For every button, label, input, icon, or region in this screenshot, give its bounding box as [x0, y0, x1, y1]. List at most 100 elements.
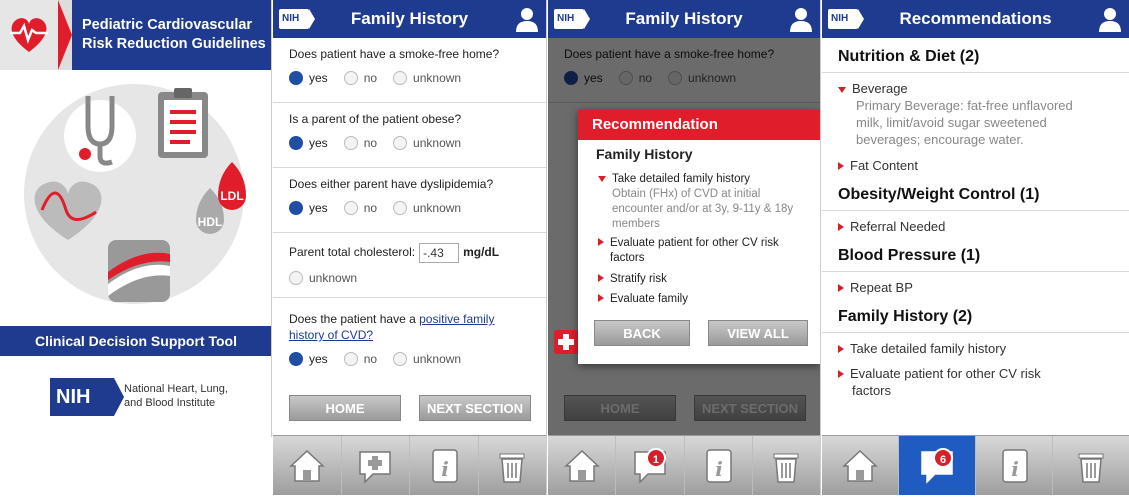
- splash-screen: Pediatric Cardiovascular Risk Reduction …: [0, 0, 272, 437]
- detail-line: Primary Beverage: fat-free unflavored: [856, 98, 1073, 113]
- user-icon[interactable]: [514, 6, 540, 32]
- modal-title: Recommendation: [578, 110, 820, 140]
- recommendation-item[interactable]: Take detailed family history Obtain (FHx…: [598, 172, 793, 232]
- rec-family-history[interactable]: Take detailed family history: [838, 340, 1006, 357]
- rec-repeat-bp[interactable]: Repeat BP: [838, 279, 913, 296]
- radio-unknown[interactable]: unknown: [393, 352, 461, 366]
- splash-illustration: HDL LDL: [0, 70, 271, 326]
- radio-no[interactable]: no: [343, 352, 377, 366]
- unit-label: mg/dL: [463, 245, 500, 260]
- radio-group: unknown: [289, 271, 373, 285]
- collapse-arrow-icon: [838, 86, 846, 93]
- user-icon[interactable]: [788, 6, 814, 32]
- tab-bar: 1 i: [548, 435, 820, 495]
- modal-subtitle: Family History: [596, 146, 693, 162]
- ldl-label: LDL: [220, 189, 243, 203]
- radio-yes[interactable]: yes: [289, 71, 328, 85]
- institute-line-2: and Blood Institute: [124, 397, 216, 409]
- recommendation-item[interactable]: Evaluate patient for other CV risk facto…: [598, 236, 779, 266]
- notification-badge: 1: [645, 448, 666, 468]
- home-button[interactable]: HOME: [289, 395, 401, 421]
- question-cholesterol: Parent total cholesterol: -.43 mg/dL unkno…: [273, 233, 546, 298]
- radio-group: yes no unknown: [289, 136, 477, 150]
- tab-recommendations[interactable]: 1: [616, 436, 685, 495]
- radio-no[interactable]: no: [343, 201, 377, 215]
- user-icon[interactable]: [1097, 6, 1123, 32]
- rec-beverage[interactable]: Beverage Primary Beverage: fat-free unfl…: [838, 80, 1073, 148]
- svg-text:i: i: [441, 457, 449, 481]
- tab-info[interactable]: i: [410, 436, 479, 495]
- tab-trash[interactable]: [1053, 436, 1129, 495]
- notification-badge: 6: [933, 448, 953, 468]
- back-button[interactable]: BACK: [594, 320, 690, 346]
- tab-home[interactable]: [548, 436, 617, 495]
- section-family-history[interactable]: Family History (2): [838, 308, 972, 326]
- splash-header: Pediatric Cardiovascular Risk Reduction …: [0, 0, 271, 70]
- section-blood-pressure[interactable]: Blood Pressure (1): [838, 247, 980, 265]
- radio-unknown[interactable]: unknown: [393, 136, 461, 150]
- radio-yes[interactable]: yes: [289, 201, 328, 215]
- radio-yes[interactable]: yes: [289, 352, 328, 366]
- recommendation-bubble-icon: [359, 450, 391, 484]
- expand-arrow-icon: [838, 223, 844, 231]
- tab-info[interactable]: i: [685, 436, 753, 495]
- radio-unknown[interactable]: unknown: [393, 71, 461, 85]
- title-line-2: Risk Reduction Guidelines: [82, 36, 266, 52]
- radio-group: yes no unknown: [289, 352, 477, 366]
- info-icon: i: [1002, 448, 1028, 483]
- tab-home[interactable]: [273, 436, 342, 495]
- section-nutrition[interactable]: Nutrition & Diet (2): [838, 48, 979, 66]
- tab-trash[interactable]: [479, 436, 547, 495]
- institute-line-1: National Heart, Lung,: [124, 383, 228, 395]
- tab-recommendations[interactable]: 6: [899, 436, 976, 495]
- tab-bar: 6 i: [822, 435, 1129, 495]
- tab-bar: i: [273, 435, 546, 495]
- question-text: Does either parent have dyslipidemia?: [289, 177, 494, 191]
- recommendation-item[interactable]: Evaluate family: [598, 292, 688, 307]
- trash-icon: [499, 453, 525, 483]
- tab-recommendations[interactable]: [342, 436, 410, 495]
- question-parent-obese: Is a parent of the patient obese? yes no…: [273, 103, 546, 168]
- radio-group: yes no unknown: [289, 71, 477, 85]
- detail-line: Obtain (FHx) of CVD at initial: [612, 188, 761, 200]
- view-all-button[interactable]: VIEW ALL: [708, 320, 808, 346]
- tab-info[interactable]: i: [976, 436, 1053, 495]
- rec-label: Beverage: [852, 81, 908, 96]
- rec-evaluate-risk[interactable]: Evaluate patient for other CV risk facto…: [838, 365, 1041, 399]
- question-text: Does the patient have a positive family …: [289, 311, 494, 343]
- nih-logo: NIH: [50, 378, 124, 416]
- question-family-history-cvd: Does the patient have a positive family …: [273, 298, 546, 378]
- svg-text:i: i: [1011, 457, 1019, 481]
- institute-name: National Heart, Lung, and Blood Institut…: [124, 382, 228, 410]
- home-icon: [842, 449, 878, 482]
- radio-yes[interactable]: yes: [289, 136, 328, 150]
- family-history-link-2[interactable]: history of CVD?: [289, 328, 373, 342]
- rec-referral[interactable]: Referral Needed: [838, 218, 945, 235]
- recommendation-item[interactable]: Stratify risk: [598, 272, 667, 287]
- cholesterol-input[interactable]: -.43: [419, 243, 460, 263]
- hdl-label: HDL: [198, 215, 223, 229]
- nih-footer: NIH National Heart, Lung, and Blood Inst…: [0, 356, 271, 437]
- item-detail: Obtain (FHx) of CVD at initial encounter…: [598, 187, 793, 232]
- svg-text:i: i: [715, 457, 723, 481]
- title-line-1: Pediatric Cardiovascular: [82, 17, 253, 33]
- radio-unknown[interactable]: unknown: [393, 201, 461, 215]
- radio-no[interactable]: no: [343, 136, 377, 150]
- divider: [822, 271, 1129, 272]
- expand-arrow-icon: [838, 345, 844, 353]
- question-smoke-free: Does patient have a smoke-free home? yes…: [273, 38, 546, 103]
- rec-label-2: factors: [852, 383, 892, 398]
- next-section-button[interactable]: NEXT SECTION: [419, 395, 531, 421]
- item-label: Evaluate patient for other CV risk: [610, 237, 779, 249]
- question-text: Is a parent of the patient obese?: [289, 112, 462, 126]
- heart-logo-icon: [0, 0, 72, 70]
- rec-label: Fat Content: [850, 158, 918, 173]
- section-obesity[interactable]: Obesity/Weight Control (1): [838, 186, 1039, 204]
- info-icon: i: [432, 448, 458, 483]
- family-history-link[interactable]: positive family: [419, 312, 494, 326]
- radio-no[interactable]: no: [343, 71, 377, 85]
- radio-unknown[interactable]: unknown: [289, 271, 357, 285]
- tab-home[interactable]: [822, 436, 899, 495]
- rec-fat-content[interactable]: Fat Content: [838, 157, 918, 174]
- tab-trash[interactable]: [753, 436, 820, 495]
